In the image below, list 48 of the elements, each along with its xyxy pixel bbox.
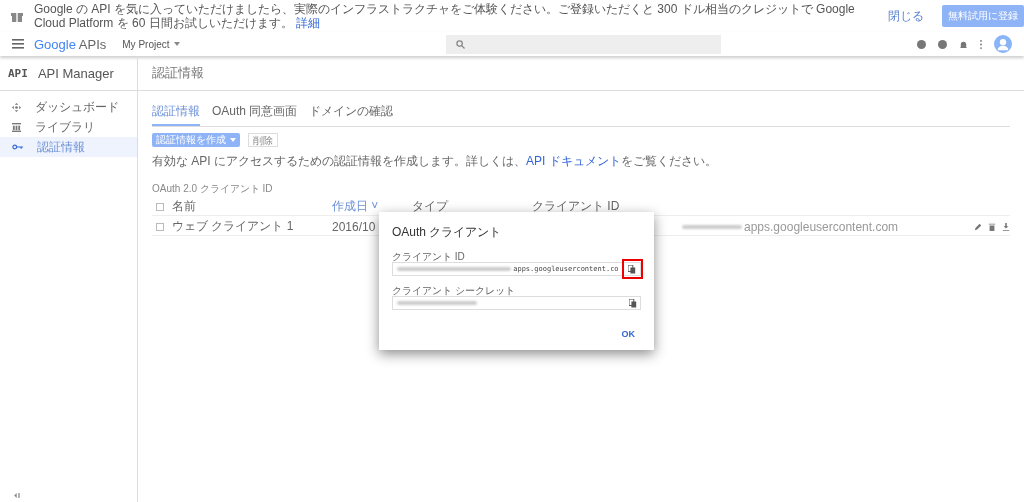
grid-icon: [12, 122, 21, 132]
api-docs-link[interactable]: API ドキュメント: [526, 154, 621, 168]
copy-icon[interactable]: [629, 298, 637, 308]
sidebar-item[interactable]: ダッシュボード: [0, 97, 137, 117]
download-icon[interactable]: [1002, 222, 1010, 231]
column-header[interactable]: 作成日: [332, 199, 368, 213]
dialog-title: OAuth クライアント: [392, 224, 503, 241]
delete-icon[interactable]: [988, 222, 996, 231]
table-cell[interactable]: ウェブ クライアント 1: [172, 218, 332, 235]
description-text: 有効な API にアクセスするための認証情報を作成します。詳しくは、API ドキュメント をご覧ください。: [152, 153, 718, 170]
logo[interactable]: Google APIs: [34, 36, 107, 52]
search-icon: [455, 39, 465, 49]
column-header[interactable]: タイプ: [412, 198, 532, 215]
table-cell: apps.googleusercontent.com: [744, 219, 899, 234]
tab[interactable]: ドメインの確認: [309, 99, 394, 126]
search-field[interactable]: [445, 34, 721, 54]
copy-icon[interactable]: [628, 264, 637, 274]
section-title: OAuth 2.0 クライアント ID: [152, 182, 274, 196]
redacted-text: [682, 224, 742, 229]
caret-icon: [173, 42, 180, 46]
column-header[interactable]: クライアント ID: [532, 198, 632, 215]
column-header[interactable]: 名前: [172, 198, 332, 215]
sidebar-title: API Manager: [37, 65, 114, 81]
ok-button[interactable]: OK: [615, 328, 641, 340]
project-selector[interactable]: My Project: [116, 37, 186, 51]
input-field[interactable]: [392, 296, 641, 310]
api-logo-text: API: [8, 66, 28, 80]
field-label: クライアント ID: [392, 251, 466, 262]
checkbox[interactable]: [156, 202, 164, 211]
caret-icon: [230, 138, 236, 142]
page-title: 認証情報: [138, 56, 1024, 91]
banner-text: Google の API を気に入っていただけましたら、実際のインフラストラクチャをご体験ください。ご登録いただくと 300 ドル相当のクレジットで Google Cloud Platform を 60 日間お試しいただけます。 詳細: [34, 2, 856, 30]
checkbox[interactable]: [156, 222, 164, 231]
field-label: クライアント シークレット: [392, 285, 516, 296]
details-link[interactable]: 詳細: [296, 16, 321, 30]
sort-indicator[interactable]: ˅: [371, 199, 379, 213]
tab[interactable]: OAuth 同意画面: [212, 99, 298, 126]
tab[interactable]: 認証情報: [152, 99, 200, 126]
delete-button[interactable]: 削除: [248, 133, 278, 147]
dismiss-button[interactable]: 閉じる: [880, 7, 932, 25]
menu-icon[interactable]: [12, 39, 24, 49]
edit-icon[interactable]: [974, 222, 982, 231]
collapse-icon[interactable]: [14, 493, 21, 498]
sidebar-item[interactable]: ライブラリ: [0, 117, 137, 137]
sidebar-item[interactable]: 認証情報: [0, 137, 137, 157]
key-icon: [12, 144, 23, 150]
move-icon: [12, 102, 21, 112]
bell-icon[interactable]: [959, 39, 968, 49]
